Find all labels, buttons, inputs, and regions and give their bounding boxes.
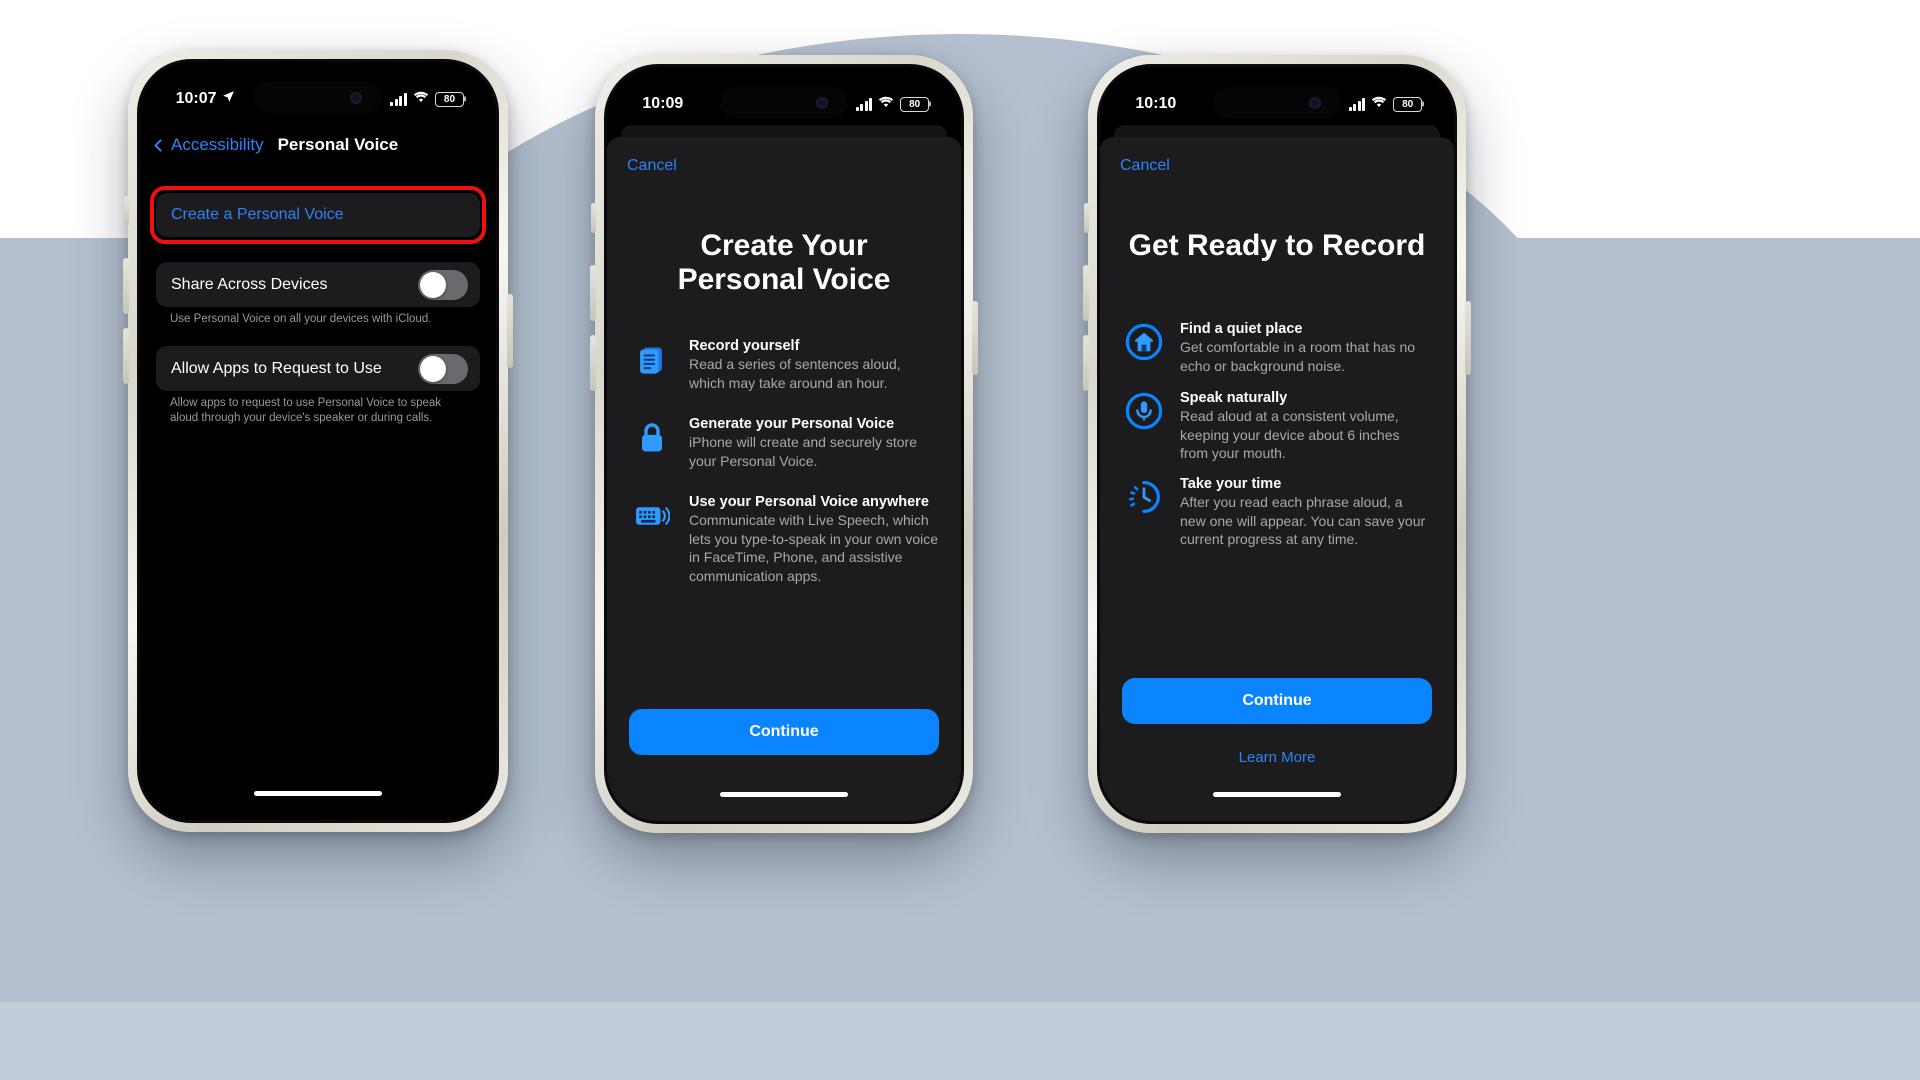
battery-level-label: 80 bbox=[909, 98, 921, 110]
microphone-circle-icon bbox=[1122, 389, 1166, 433]
feature-title: Use your Personal Voice anywhere bbox=[689, 494, 929, 510]
feature-title: Take your time bbox=[1180, 476, 1282, 492]
phone3-volume-up-button[interactable] bbox=[1083, 265, 1089, 321]
feature-desc: After you read each phrase aloud, a new … bbox=[1180, 494, 1426, 548]
feature-desc: Communicate with Live Speech, which lets… bbox=[689, 512, 939, 584]
background-floor bbox=[0, 1002, 1920, 1080]
location-arrow-icon bbox=[222, 90, 235, 108]
phone2-volume-up-button[interactable] bbox=[590, 265, 596, 321]
home-indicator[interactable] bbox=[720, 792, 848, 797]
home-indicator[interactable] bbox=[254, 791, 382, 796]
phone3-volume-down-button[interactable] bbox=[1083, 335, 1089, 391]
share-across-devices-toggle[interactable] bbox=[418, 269, 468, 300]
sheet-title: Create Your Personal Voice bbox=[607, 229, 961, 297]
create-personal-voice-cell[interactable]: Create a Personal Voice bbox=[156, 193, 480, 237]
phone1-silent-switch[interactable] bbox=[124, 196, 129, 226]
sheet-title-line2: Personal Voice bbox=[677, 263, 891, 297]
wifi-icon bbox=[413, 90, 429, 108]
feature-find-quiet-place: Find a quiet place Get comfortable in a … bbox=[1122, 320, 1434, 375]
feature-speak-naturally: Speak naturally Read aloud at a consiste… bbox=[1122, 389, 1434, 463]
feature-desc: Get comfortable in a room that has no ec… bbox=[1180, 339, 1416, 374]
feature-use-anywhere: Use your Personal Voice anywhere Communi… bbox=[629, 493, 941, 585]
toggle-knob bbox=[420, 271, 446, 298]
feature-desc: iPhone will create and securely store yo… bbox=[689, 434, 918, 469]
feature-title: Record yourself bbox=[689, 338, 800, 354]
timer-icon bbox=[1122, 475, 1166, 519]
phone3-screen: 10:10 80 Cancel Get Ready to Record Find… bbox=[1100, 67, 1454, 821]
keyboard-speak-icon bbox=[629, 493, 675, 539]
continue-button[interactable]: Continue bbox=[629, 709, 939, 755]
phone2-power-button[interactable] bbox=[972, 301, 978, 375]
allow-apps-request-toggle[interactable] bbox=[418, 353, 468, 384]
chevron-left-icon bbox=[154, 138, 167, 152]
allow-apps-request-cell[interactable]: Allow Apps to Request to Use bbox=[156, 346, 480, 391]
cellular-bars-icon bbox=[390, 92, 407, 106]
wifi-icon bbox=[1371, 95, 1387, 113]
phone-create: 10:09 80 Cancel Create Your Personal Voi… bbox=[590, 55, 978, 833]
phone1-volume-up-button[interactable] bbox=[123, 258, 129, 314]
phone1-nav-bar: Accessibility Personal Voice bbox=[140, 128, 496, 162]
feature-take-your-time: Take your time After you read each phras… bbox=[1122, 475, 1434, 549]
back-to-accessibility-button[interactable]: Accessibility bbox=[154, 135, 264, 155]
status-time: 10:09 bbox=[642, 95, 684, 112]
dynamic-island bbox=[254, 82, 382, 113]
feature-record-yourself: Record yourself Read a series of sentenc… bbox=[629, 337, 941, 392]
cancel-button[interactable]: Cancel bbox=[1120, 157, 1170, 175]
status-time: 10:07 bbox=[175, 90, 217, 107]
front-camera-icon bbox=[1308, 96, 1321, 109]
phone2-silent-switch[interactable] bbox=[591, 203, 596, 233]
feature-generate-voice: Generate your Personal Voice iPhone will… bbox=[629, 415, 941, 470]
dynamic-island bbox=[720, 87, 848, 118]
create-personal-voice-label: Create a Personal Voice bbox=[171, 206, 344, 223]
feature-title: Speak naturally bbox=[1180, 390, 1288, 406]
back-label: Accessibility bbox=[171, 135, 264, 154]
feature-title: Generate your Personal Voice bbox=[689, 416, 895, 432]
cancel-button[interactable]: Cancel bbox=[627, 157, 677, 175]
status-time: 10:10 bbox=[1135, 95, 1177, 112]
create-voice-sheet: Cancel Create Your Personal Voice Record… bbox=[607, 137, 961, 821]
battery-level-label: 80 bbox=[443, 93, 456, 105]
phone-ready: 10:10 80 Cancel Get Ready to Record Find… bbox=[1083, 55, 1471, 833]
front-camera-icon bbox=[349, 91, 362, 104]
battery-indicator: 80 bbox=[1393, 96, 1423, 112]
phone1-volume-down-button[interactable] bbox=[123, 328, 129, 384]
learn-more-link[interactable]: Learn More bbox=[1100, 749, 1454, 766]
document-lines-icon bbox=[629, 337, 675, 383]
sheet-title-line1: Get Ready to Record bbox=[1128, 229, 1426, 262]
continue-button[interactable]: Continue bbox=[1122, 678, 1432, 724]
dynamic-island bbox=[1213, 87, 1341, 118]
page-title: Personal Voice bbox=[277, 135, 399, 154]
phone1-power-button[interactable] bbox=[507, 294, 513, 368]
toggle-knob bbox=[420, 355, 446, 382]
phone1-screen: 10:07 80 Accessibility Personal Voice Cr… bbox=[140, 62, 496, 820]
phone-settings: 10:07 80 Accessibility Personal Voice Cr… bbox=[123, 50, 513, 832]
front-camera-icon bbox=[815, 96, 828, 109]
phone3-power-button[interactable] bbox=[1465, 301, 1471, 375]
phone3-silent-switch[interactable] bbox=[1084, 203, 1089, 233]
share-across-devices-footnote: Use Personal Voice on all your devices w… bbox=[170, 313, 432, 325]
phone2-screen: 10:09 80 Cancel Create Your Personal Voi… bbox=[607, 67, 961, 821]
cellular-bars-icon bbox=[1348, 97, 1366, 111]
sheet-title: Get Ready to Record bbox=[1100, 229, 1454, 263]
get-ready-sheet: Cancel Get Ready to Record Find a quiet … bbox=[1100, 137, 1454, 821]
allow-apps-request-label: Allow Apps to Request to Use bbox=[171, 359, 382, 377]
home-indicator[interactable] bbox=[1213, 792, 1341, 797]
lock-icon bbox=[629, 415, 675, 461]
battery-level-label: 80 bbox=[1402, 98, 1414, 110]
home-circle-icon bbox=[1122, 320, 1166, 364]
phone2-volume-down-button[interactable] bbox=[590, 335, 596, 391]
sheet-title-line1: Create Your bbox=[700, 229, 868, 262]
feature-title: Find a quiet place bbox=[1180, 321, 1303, 337]
share-across-devices-cell[interactable]: Share Across Devices bbox=[156, 262, 480, 307]
battery-indicator: 80 bbox=[900, 96, 930, 112]
cellular-bars-icon bbox=[855, 97, 873, 111]
battery-indicator: 80 bbox=[434, 91, 464, 107]
feature-desc: Read aloud at a consistent volume, keepi… bbox=[1180, 408, 1400, 462]
allow-apps-request-footnote: Allow apps to request to use Personal Vo… bbox=[170, 397, 442, 425]
share-across-devices-label: Share Across Devices bbox=[171, 275, 328, 293]
wifi-icon bbox=[878, 95, 894, 113]
feature-desc: Read a series of sentences aloud, which … bbox=[689, 356, 901, 391]
